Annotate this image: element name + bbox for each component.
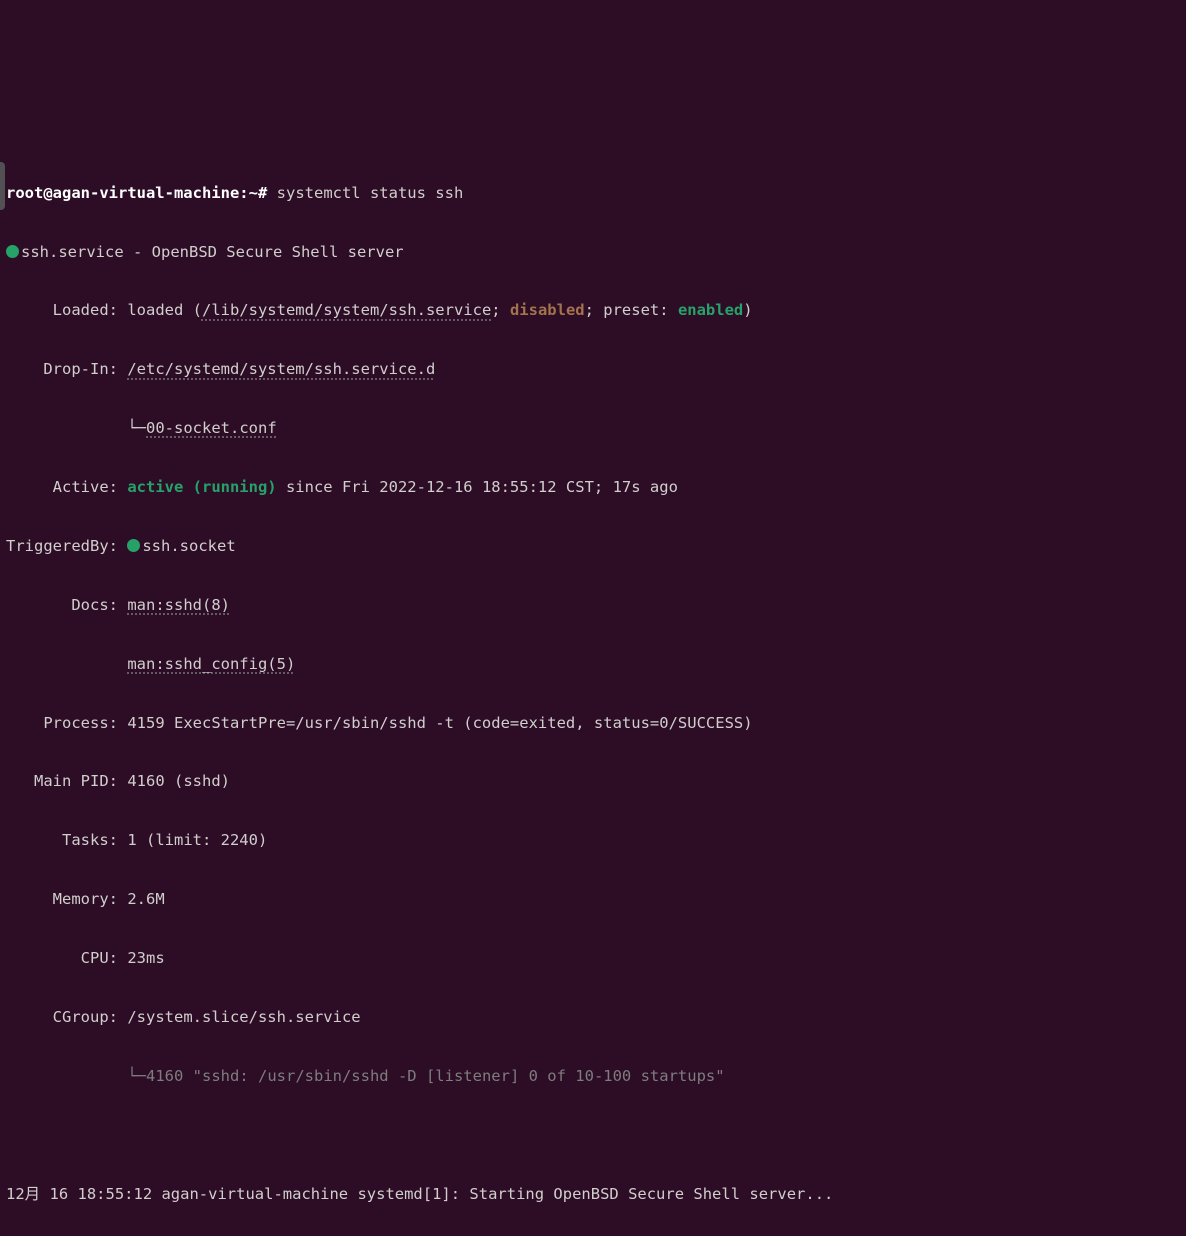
cgroup-branch-icon: └─ (127, 1067, 146, 1085)
loaded-sep2: ; preset: (585, 301, 678, 319)
loaded-label: Loaded: (6, 301, 127, 319)
unit-line: ssh.service - OpenBSD Secure Shell serve… (6, 238, 1182, 267)
cgroup-proc-line: └─4160 "sshd: /usr/sbin/sshd -D [listene… (6, 1062, 1182, 1091)
process-label: Process: (6, 714, 127, 732)
active-line: Active: active (running) since Fri 2022-… (6, 473, 1182, 502)
cgroup-cmd: "sshd: /usr/sbin/sshd -D [listener] 0 of… (193, 1067, 725, 1085)
process-line: Process: 4159 ExecStartPre=/usr/sbin/ssh… (6, 709, 1182, 738)
triggered-dot-icon (127, 539, 140, 552)
loaded-pre: loaded ( (127, 301, 202, 319)
tree-branch-icon: └─ (127, 419, 146, 437)
tasks-line: Tasks: 1 (limit: 2240) (6, 826, 1182, 855)
active-since: since Fri 2022-12-16 18:55:12 CST; 17s a… (277, 478, 678, 496)
prompt-path: ~ (249, 184, 258, 202)
cgroup-indent (6, 1067, 127, 1085)
terminal-prompt-line[interactable]: root@agan-virtual-machine:~# systemctl s… (6, 179, 1182, 208)
mainpid-line: Main PID: 4160 (sshd) (6, 767, 1182, 796)
active-label: Active: (6, 478, 127, 496)
dropin-label: Drop-In: (6, 360, 127, 378)
blank-line (6, 1121, 1182, 1150)
status-disabled: disabled (510, 301, 585, 319)
loaded-line: Loaded: loaded (/lib/systemd/system/ssh.… (6, 296, 1182, 325)
cpu-label: CPU: (6, 949, 127, 967)
journal-line-1: 12月 16 18:55:12 agan-virtual-machine sys… (6, 1180, 1182, 1209)
prompt-user: root@agan-virtual-machine (6, 184, 239, 202)
loaded-sep1: ; (491, 301, 510, 319)
tasks-value: 1 (limit: 2240) (127, 831, 267, 849)
unit-dash: - (124, 243, 152, 261)
process-value: 4159 ExecStartPre=/usr/sbin/sshd -t (cod… (127, 714, 752, 732)
triggered-label: TriggeredBy: (6, 537, 127, 555)
memory-label: Memory: (6, 890, 127, 908)
memory-line: Memory: 2.6M (6, 885, 1182, 914)
dropin-indent (6, 419, 127, 437)
prompt-hash: # (258, 184, 277, 202)
cpu-line: CPU: 23ms (6, 944, 1182, 973)
triggered-line: TriggeredBy: ssh.socket (6, 532, 1182, 561)
dropin-file-link[interactable]: 00-socket.conf (146, 419, 277, 437)
cpu-value: 23ms (127, 949, 164, 967)
unit-name: ssh.service (21, 243, 124, 261)
loaded-path-link[interactable]: /lib/systemd/system/ssh.service (202, 301, 491, 319)
left-scroll-hint (0, 162, 5, 210)
docs-label: Docs: (6, 596, 127, 614)
dropin-file-line: └─00-socket.conf (6, 414, 1182, 443)
cgroup-path: /system.slice/ssh.service (127, 1008, 360, 1026)
prompt-sep: : (239, 184, 248, 202)
mainpid-value: 4160 (sshd) (127, 772, 230, 790)
preset-enabled: enabled (678, 301, 743, 319)
dropin-line: Drop-In: /etc/systemd/system/ssh.service… (6, 355, 1182, 384)
dropin-dir-link[interactable]: /etc/systemd/system/ssh.service.d (127, 360, 435, 378)
cgroup-label: CGroup: (6, 1008, 127, 1026)
unit-desc: OpenBSD Secure Shell server (152, 243, 404, 261)
triggered-value: ssh.socket (142, 537, 235, 555)
tasks-label: Tasks: (6, 831, 127, 849)
active-status: active (running) (127, 478, 276, 496)
mainpid-label: Main PID: (6, 772, 127, 790)
command-text: systemctl status ssh (277, 184, 464, 202)
docs-line-2: man:sshd_config(5) (6, 650, 1182, 679)
docs-indent (6, 655, 127, 673)
docs-line: Docs: man:sshd(8) (6, 591, 1182, 620)
docs-link-1[interactable]: man:sshd(8) (127, 596, 230, 614)
memory-value: 2.6M (127, 890, 164, 908)
cgroup-pid: 4160 (146, 1067, 193, 1085)
cgroup-line: CGroup: /system.slice/ssh.service (6, 1003, 1182, 1032)
loaded-post: ) (743, 301, 752, 319)
status-dot-icon (6, 245, 19, 258)
docs-link-2[interactable]: man:sshd_config(5) (127, 655, 295, 673)
